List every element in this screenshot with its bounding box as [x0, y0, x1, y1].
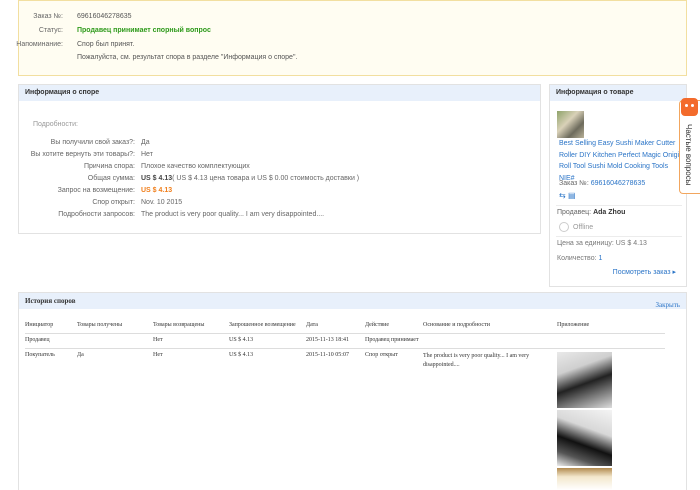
cell-refund: US $ 4.13: [229, 352, 254, 358]
history-title-text: История споров: [25, 297, 76, 305]
row-label: Вы хотите вернуть эти товары?:: [30, 151, 135, 158]
column-header: Действие: [365, 322, 390, 328]
attachment-image[interactable]: [557, 468, 612, 490]
offline-icon: [559, 222, 569, 232]
product-info-title: Информация о товаре: [550, 85, 686, 101]
product-name-link[interactable]: Best Selling Easy Sushi Maker Cutter Rol…: [559, 138, 683, 184]
total-breakdown: ( US $ 4.13 цена товара и US $ 0.00 стои…: [172, 175, 360, 182]
seller-info: Продавец: Ada Zhou: [557, 209, 625, 216]
document-icon[interactable]: ▤: [568, 191, 576, 200]
row-label: Подробности запросов:: [58, 211, 135, 218]
dispute-info-panel: Информация о споре Подробности: Вы получ…: [18, 84, 541, 234]
cell-returned: Нет: [153, 337, 163, 343]
seller-name[interactable]: Ada Zhou: [593, 209, 625, 216]
history-title: История споров Закрыть: [19, 293, 686, 309]
divider: [25, 348, 665, 349]
status-label: Статус:: [38, 27, 63, 34]
cell-details: The product is very poor quality... I am…: [423, 353, 530, 368]
cell-refund: US $ 4.13: [229, 337, 254, 343]
order-label: Заказ №:: [559, 180, 589, 187]
row-value: Да: [141, 139, 150, 146]
column-header: Товары возвращены: [153, 322, 205, 328]
refund-amount: US $ 4.13: [141, 187, 173, 194]
product-info-panel: Информация о товаре Best Selling Easy Su…: [549, 84, 687, 287]
cell-action: Спор открыт: [365, 352, 398, 358]
divider: [556, 205, 682, 206]
faq-label[interactable]: Частые вопросы: [684, 124, 693, 185]
product-order-number: Заказ №: 69616046278635: [559, 180, 645, 187]
order-number: 69616046278635: [77, 13, 132, 20]
dispute-row-refund: Запрос на возмещение: US $ 4.13: [19, 187, 539, 197]
dispute-row-received: Вы получили свой заказ?: Да: [19, 139, 539, 149]
column-header: Запрошенное возмещение: [229, 322, 296, 328]
cell-received: Да: [77, 352, 84, 358]
dispute-row-details: Подробности запросов: The product is ver…: [19, 211, 539, 221]
column-header: Дата: [306, 322, 318, 328]
product-thumbnail[interactable]: [557, 111, 584, 138]
reminder-text-2: Пожалуйста, см. результат спора в раздел…: [77, 54, 298, 61]
divider: [25, 333, 665, 334]
row-value: Нет: [141, 151, 153, 158]
close-history-link[interactable]: Закрыть: [656, 297, 680, 313]
order-number-link[interactable]: 69616046278635: [591, 180, 646, 187]
attachment-image[interactable]: [557, 410, 612, 466]
dispute-row-return: Вы хотите вернуть эти товары?: Нет: [19, 151, 539, 161]
column-header: Товары получены: [77, 322, 123, 328]
row-label: Причина спора:: [83, 163, 135, 170]
order-status-box: Заказ №: 69616046278635 Статус: Продавец…: [16, 0, 687, 76]
column-header: Приложение: [557, 322, 590, 328]
quantity: Количество: 1: [557, 255, 602, 262]
column-header: Инициатор: [25, 322, 54, 328]
robot-icon[interactable]: [681, 98, 698, 116]
dispute-row-total: Общая сумма: US $ 4.13( US $ 4.13 цена т…: [19, 175, 539, 185]
cell-action: Продавец принимает: [365, 337, 419, 343]
column-header: Основание и подробности: [423, 322, 490, 328]
seller-status[interactable]: Offline: [559, 222, 593, 232]
view-order-link[interactable]: Посмотреть заказ ▸: [613, 268, 676, 276]
qty-label: Количество:: [557, 255, 597, 262]
reminder-label: Напоминание:: [16, 41, 63, 48]
unit-price: Цена за единицу: US $ 4.13: [557, 240, 647, 247]
cell-returned: Нет: [153, 352, 163, 358]
cell-initiator: Покупатель: [25, 352, 55, 358]
total-amount: US $ 4.13: [141, 175, 173, 182]
reminder-text-1: Спор был принят.: [77, 41, 135, 48]
cell-date: 2015-11-13 18:41: [306, 337, 349, 343]
attachment-image[interactable]: [557, 352, 612, 408]
order-status: Продавец принимает спорный вопрос: [77, 27, 211, 34]
seller-label: Продавец:: [557, 209, 592, 216]
row-label: Вы получили свой заказ?:: [50, 139, 135, 146]
seller-status-text: Offline: [573, 223, 594, 231]
dispute-row-reason: Причина спора: Плохое качество комплекту…: [19, 163, 539, 173]
row-value: The product is very poor quality... I am…: [141, 211, 325, 218]
product-icons: ⇆ ▤: [559, 191, 576, 200]
cell-date: 2015-11-10 05:07: [306, 352, 349, 358]
row-label: Общая сумма:: [87, 175, 135, 182]
cell-initiator: Продавец: [25, 337, 50, 343]
qty-value: 1: [598, 255, 603, 262]
dispute-row-opened: Спор открыт: Nov. 10 2015: [19, 199, 539, 209]
row-label: Спор открыт:: [92, 199, 135, 206]
row-value: Плохое качество комплектующих: [141, 163, 250, 170]
snapshot-icon[interactable]: ⇆: [559, 191, 566, 200]
dispute-info-title: Информация о споре: [19, 85, 540, 101]
details-subtitle: Подробности:: [33, 121, 78, 128]
row-value: Nov. 10 2015: [141, 199, 183, 206]
row-label: Запрос на возмещение:: [57, 187, 135, 194]
order-number-label: Заказ №:: [33, 13, 63, 20]
row-value: US $ 4.13( US $ 4.13 цена товара и US $ …: [141, 175, 359, 182]
divider: [556, 236, 682, 237]
